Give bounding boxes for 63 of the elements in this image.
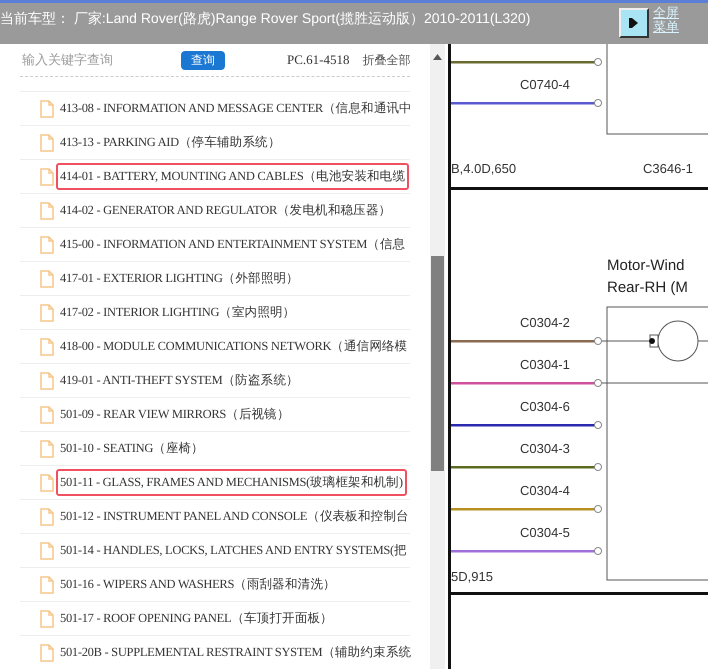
terminal-icon bbox=[594, 547, 602, 555]
collapse-all-link[interactable]: 折叠全部 bbox=[362, 52, 410, 68]
terminal-icon bbox=[594, 421, 602, 429]
wire-note: B,4.0D,650 bbox=[451, 161, 516, 176]
window-title: 当前车型： 厂家:Land Rover(路虎)Range Rover Sport(揽胜运动版）2010-2011(L320) bbox=[0, 9, 532, 28]
file-icon bbox=[40, 168, 54, 186]
tree-item[interactable]: 501-14 - HANDLES, LOCKS, LATCHES AND ENTRY SYSTEMS(把 bbox=[56, 537, 411, 564]
tree-item[interactable]: 501-20B - SUPPLEMENTAL RESTRAINT SYSTEM（辅助约束系统 bbox=[56, 639, 416, 666]
tree-item[interactable]: 501-10 - SEATING（座椅） bbox=[56, 435, 208, 462]
tree-item[interactable]: 501-09 - REAR VIEW MIRRORS（后视镜） bbox=[56, 401, 294, 428]
pin-label: C0304-6 bbox=[520, 399, 570, 414]
file-icon bbox=[40, 644, 54, 662]
connector-label: C3646-1 bbox=[643, 161, 693, 176]
tree-item[interactable]: 501-12 - INSTRUMENT PANEL AND CONSOLE（仪表板和控制台 bbox=[56, 503, 413, 530]
terminal-icon bbox=[594, 337, 602, 345]
terminal-icon bbox=[594, 463, 602, 471]
search-field[interactable]: 输入关键字查询 bbox=[20, 52, 164, 68]
arrow-icon bbox=[629, 17, 639, 29]
part-code: PC.61-4518 bbox=[287, 52, 350, 68]
tree-item[interactable]: 414-02 - GENERATOR AND REGULATOR（发电机和稳压器） bbox=[56, 197, 396, 224]
file-icon bbox=[40, 134, 54, 152]
wire-note: 5D,915 bbox=[451, 569, 493, 584]
tree-item[interactable]: 501-16 - WIPERS AND WASHERS（雨刮器和清洗） bbox=[56, 571, 340, 598]
scrollbar[interactable] bbox=[430, 44, 445, 669]
pin-label: C0304-1 bbox=[520, 357, 570, 372]
file-icon bbox=[40, 406, 54, 424]
file-icon bbox=[40, 100, 54, 118]
tree-item[interactable]: 418-00 - MODULE COMMUNICATIONS NETWORK（通信网络模 bbox=[56, 333, 412, 360]
file-icon bbox=[40, 610, 54, 628]
file-icon bbox=[40, 542, 54, 560]
file-icon bbox=[40, 202, 54, 220]
pin-label: C0304-5 bbox=[520, 525, 570, 540]
terminal-icon bbox=[594, 505, 602, 513]
tree-item[interactable]: 413-08 - INFORMATION AND MESSAGE CENTER（信息和通讯中 bbox=[56, 95, 416, 122]
tree-item[interactable]: 501-17 - ROOF OPENING PANEL（车顶打开面板） bbox=[56, 605, 337, 632]
file-icon bbox=[40, 440, 54, 458]
file-icon bbox=[40, 236, 54, 254]
tree-item[interactable]: 419-01 - ANTI-THEFT SYSTEM（防盗系统） bbox=[56, 367, 303, 394]
pin-label: C0304-3 bbox=[520, 441, 570, 456]
terminal-icon bbox=[594, 99, 602, 107]
file-icon bbox=[40, 474, 54, 492]
file-icon bbox=[40, 508, 54, 526]
tree-item[interactable]: 501-11 - GLASS, FRAMES AND MECHANISMS(玻璃框架和机制) bbox=[56, 469, 407, 496]
tree-item[interactable]: 414-01 - BATTERY, MOUNTING AND CABLES（电池安装和电缆 bbox=[56, 163, 410, 190]
file-icon bbox=[40, 338, 54, 356]
component-title: Motor-Wind bbox=[607, 257, 685, 274]
tree-item[interactable]: 413-13 - PARKING AID（停车辅助系统） bbox=[56, 129, 284, 156]
terminal-icon bbox=[594, 58, 602, 66]
pin-label: C0740-4 bbox=[520, 77, 570, 92]
menu-toggle-button[interactable] bbox=[619, 8, 649, 38]
file-icon bbox=[40, 576, 54, 594]
file-icon bbox=[40, 270, 54, 288]
tree-item[interactable]: 417-02 - INTERIOR LIGHTING（室内照明） bbox=[56, 299, 300, 326]
pin-label: C0304-4 bbox=[520, 483, 570, 498]
terminal-icon bbox=[594, 379, 602, 387]
tree-item[interactable]: 415-00 - INFORMATION AND ENTERTAINMENT SYSTEM（信息 bbox=[56, 231, 410, 258]
file-icon bbox=[40, 372, 54, 390]
scroll-up-icon[interactable] bbox=[433, 54, 442, 60]
tree-item[interactable]: 417-01 - EXTERIOR LIGHTING（外部照明） bbox=[56, 265, 303, 292]
component-title: Rear-RH (M bbox=[607, 279, 688, 296]
file-icon bbox=[40, 304, 54, 322]
pin-label: C0304-2 bbox=[520, 315, 570, 330]
search-button[interactable]: 查询 bbox=[181, 50, 225, 70]
